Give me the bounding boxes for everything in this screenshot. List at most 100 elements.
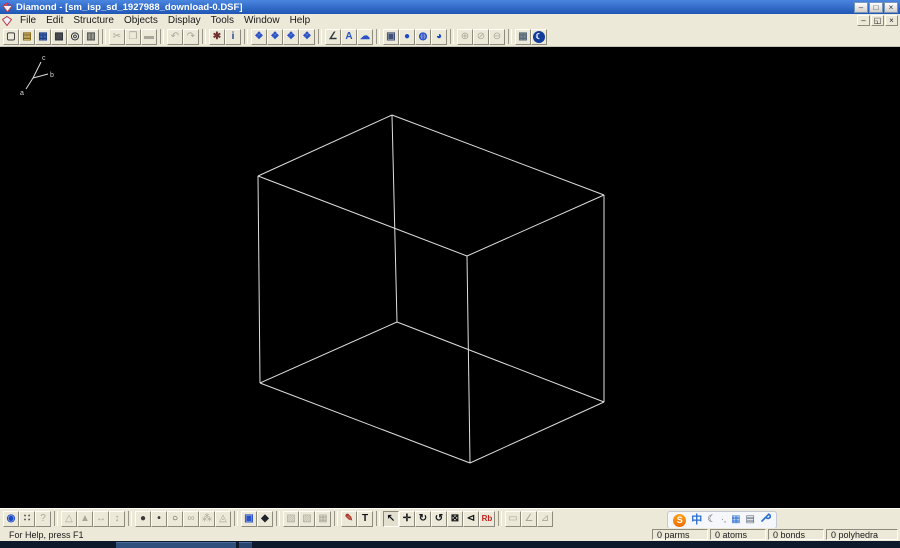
toolbar-separator — [102, 29, 106, 44]
atom-dot-button[interactable]: • — [151, 510, 167, 527]
bond-pair-button[interactable]: ∞ — [183, 510, 199, 527]
print-button[interactable]: ▥ — [83, 28, 99, 45]
measure-triangle-button[interactable]: ⊿ — [537, 510, 553, 527]
extend-y-button[interactable]: ↕ — [109, 510, 125, 527]
toolbar-separator — [160, 29, 164, 44]
structure-fill-button[interactable]: ❖ — [283, 28, 299, 45]
toolbar-separator — [318, 29, 322, 44]
undo-button[interactable]: ↶ — [167, 28, 183, 45]
spin-mode-button[interactable]: ↺ — [431, 510, 447, 527]
sogou-logo-icon[interactable]: S — [673, 513, 687, 527]
menu-items-container: File Edit Structure Objects Display Tools Wind… — [15, 14, 315, 27]
create-lattice-button[interactable]: △ — [61, 510, 77, 527]
taskbar-app-button[interactable] — [239, 542, 252, 548]
save-button[interactable]: ▦ — [35, 28, 51, 45]
info-button[interactable]: i — [225, 28, 241, 45]
atom-design-button[interactable]: ● — [135, 510, 151, 527]
cut-button[interactable]: ✂ — [109, 28, 125, 45]
document-diamond-icon — [2, 15, 12, 26]
label-atoms-button[interactable]: A — [341, 28, 357, 45]
axis-label-a: a — [20, 90, 24, 97]
move-mode-button[interactable]: ✛ — [399, 510, 415, 527]
search-button[interactable]: ◎ — [67, 28, 83, 45]
mdi-close-button[interactable]: × — [885, 15, 898, 26]
cell-edges-button[interactable]: ▣ — [241, 510, 257, 527]
status-parms-count: 0 parms — [652, 529, 708, 540]
ime-toolbar: S 中 ☾ ·, ▦ ▤ — [667, 511, 777, 529]
status-bonds-count: 0 bonds — [768, 529, 824, 540]
add-atoms-button[interactable]: ◉ — [3, 510, 19, 527]
picture-copy-button[interactable]: ▧ — [299, 510, 315, 527]
angle-tool-button[interactable]: ∠ — [325, 28, 341, 45]
picture-layout-button[interactable]: ▦ — [315, 510, 331, 527]
menu-item-help[interactable]: Help — [285, 14, 316, 27]
structure-connect-button[interactable]: ❖ — [299, 28, 315, 45]
main-toolbar: ▢ ▤ ▦ ▩ ◎ ▥ ✂ ❐ ▬ ↶ ↷ ✱ i ❖ ❖ ❖ ❖ ∠ A ☁ ▣ ● ◍ ◕ ⊕ ⊘ ⊖ ▦ ☾ — [0, 27, 900, 47]
menu-item-window[interactable]: Window — [239, 14, 285, 27]
cluster-button[interactable]: ⁂ — [199, 510, 215, 527]
build-wizard-button[interactable]: ✱ — [209, 28, 225, 45]
view-direction-button[interactable]: ⊲ — [463, 510, 479, 527]
rotate-sphere-button[interactable]: ◕ — [431, 28, 447, 45]
windows-taskbar — [0, 541, 900, 548]
ime-language-toggle[interactable]: 中 — [691, 512, 702, 528]
ime-clipboard-icon[interactable]: ▤ — [746, 512, 755, 528]
structure-grow-button[interactable]: ❖ — [267, 28, 283, 45]
copy-button[interactable]: ❐ — [125, 28, 141, 45]
solid-diamond-button[interactable]: ◆ — [257, 510, 273, 527]
zoom-mode-button[interactable]: ⊠ — [447, 510, 463, 527]
diamond-application-window: Diamond - [sm_isp_sd_1927988_download-0.… — [0, 0, 900, 548]
context-help-button[interactable]: ? — [35, 510, 51, 527]
ime-punctuation-marks[interactable]: ·, — [721, 512, 726, 528]
red-blue-stereo-button[interactable]: Rb — [479, 510, 495, 527]
add-all-atoms-button[interactable]: ∷ — [19, 510, 35, 527]
window-maximize-button[interactable]: □ — [869, 1, 883, 13]
ime-toolbox-wrench-icon[interactable] — [760, 512, 772, 529]
toolbar-separator — [244, 29, 248, 44]
select-mode-button[interactable]: ↖ — [383, 510, 399, 527]
window-close-button[interactable]: × — [884, 1, 898, 13]
menu-item-structure[interactable]: Structure — [68, 14, 119, 27]
open-file-button[interactable]: ▤ — [19, 28, 35, 45]
render-sphere-button[interactable]: ● — [399, 28, 415, 45]
merge-atoms-button[interactable]: ⊕ — [457, 28, 473, 45]
text-tool-button[interactable]: T — [357, 510, 373, 527]
structure-pack-button[interactable]: ❖ — [251, 28, 267, 45]
taskbar-app-button[interactable] — [116, 542, 236, 548]
mdi-restore-button[interactable]: ◱ — [871, 15, 884, 26]
measure-rect-button[interactable]: ▭ — [505, 510, 521, 527]
annotation-button[interactable]: ✎ — [341, 510, 357, 527]
split-atoms-button[interactable]: ⊘ — [473, 28, 489, 45]
save-all-button[interactable]: ▩ — [51, 28, 67, 45]
extend-x-button[interactable]: ↔ — [93, 510, 109, 527]
menu-item-tools[interactable]: Tools — [206, 14, 239, 27]
mdi-minimize-button[interactable]: – — [857, 15, 870, 26]
menu-item-edit[interactable]: Edit — [41, 14, 68, 27]
menu-item-objects[interactable]: Objects — [119, 14, 163, 27]
menu-item-file[interactable]: File — [15, 14, 41, 27]
picture-new-button[interactable]: ▨ — [283, 510, 299, 527]
remove-atoms-button[interactable]: ⊖ — [489, 28, 505, 45]
wire-sphere-button[interactable]: ◍ — [415, 28, 431, 45]
fill-cell-button[interactable]: ▲ — [77, 510, 93, 527]
movie-button[interactable]: ▦ — [515, 28, 531, 45]
cloud-style-button[interactable]: ☁ — [357, 28, 373, 45]
window-title: Diamond - [sm_isp_sd_1927988_download-0.… — [16, 1, 243, 13]
menu-item-display[interactable]: Display — [163, 14, 206, 27]
screen-view-button[interactable]: ▣ — [383, 28, 399, 45]
axis-label-b: b — [50, 72, 54, 79]
axis-label-c: c — [42, 55, 46, 62]
paste-button[interactable]: ▬ — [141, 28, 157, 45]
atom-circle-button[interactable]: ○ — [167, 510, 183, 527]
window-minimize-button[interactable]: – — [854, 1, 868, 13]
new-file-button[interactable]: ▢ — [3, 28, 19, 45]
toolbar-separator — [508, 29, 512, 44]
rotate-mode-button[interactable]: ↻ — [415, 510, 431, 527]
ime-soft-keyboard-icon[interactable]: ▦ — [731, 512, 740, 528]
polyhedron-button[interactable]: ◬ — [215, 510, 231, 527]
structure-viewport[interactable]: c b a — [0, 47, 900, 508]
day-night-button[interactable]: ☾ — [531, 28, 547, 45]
measure-angle-button[interactable]: ∠ — [521, 510, 537, 527]
ime-punctuation-moon-icon[interactable]: ☾ — [707, 512, 716, 528]
redo-button[interactable]: ↷ — [183, 28, 199, 45]
